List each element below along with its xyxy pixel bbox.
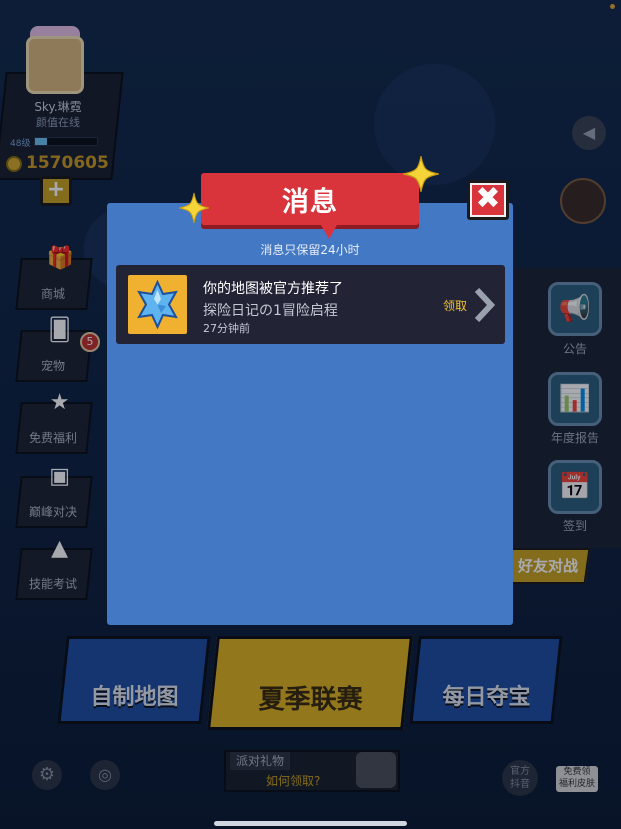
- retention-note: 消息只保留24小时: [260, 243, 360, 257]
- dialog-title: 消息: [282, 187, 338, 218]
- home-indicator: [214, 821, 407, 826]
- blue-crystal-icon: [137, 279, 178, 330]
- sparkle-icon: [178, 192, 210, 224]
- close-button[interactable]: ✖: [467, 180, 509, 220]
- message-thumbnail: [128, 275, 187, 334]
- sparkle-icon: [403, 156, 439, 192]
- claim-button[interactable]: 领取: [443, 297, 467, 314]
- chevron-right-icon[interactable]: [472, 288, 498, 322]
- message-subtitle: 探险日记の1冒险启程: [203, 303, 338, 319]
- message-time: 27分钟前: [203, 322, 250, 335]
- message-title: 你的地图被官方推荐了: [203, 281, 343, 297]
